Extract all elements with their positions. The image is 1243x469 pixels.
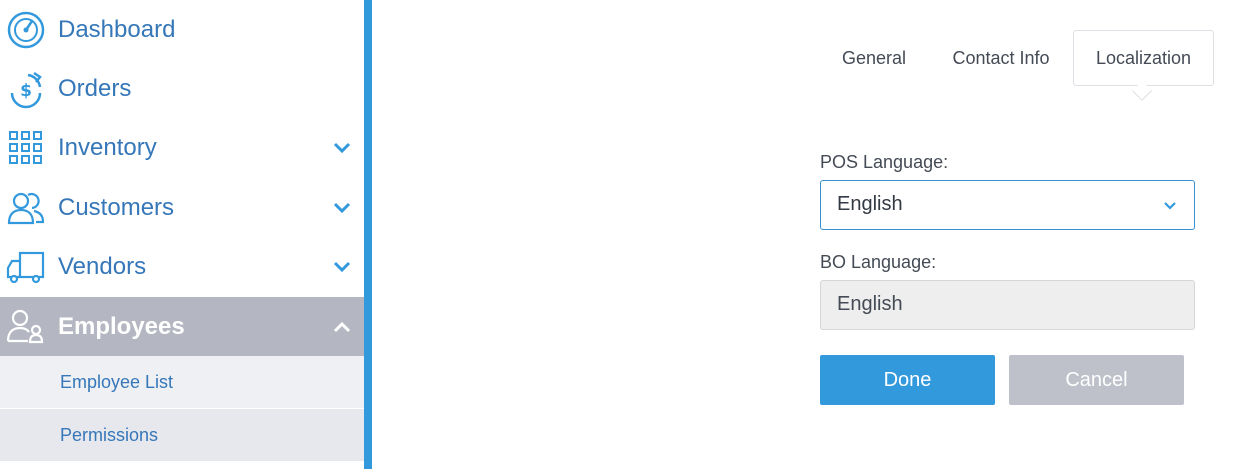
- grid-icon: [6, 128, 46, 168]
- pos-language-label: POS Language:: [820, 152, 949, 172]
- sidebar-subitem-label: Employee List: [60, 371, 174, 392]
- done-button[interactable]: Done: [820, 355, 995, 405]
- sidebar-item-vendors[interactable]: Vendors: [0, 237, 364, 296]
- sidebar-subitem-employee-list[interactable]: Employee List: [0, 356, 364, 408]
- cancel-button[interactable]: Cancel: [1009, 355, 1184, 405]
- employees-icon: [6, 307, 46, 347]
- sidebar-item-label: Vendors: [58, 252, 147, 280]
- sidebar-item-label: Dashboard: [58, 15, 176, 43]
- chevron-down-icon[interactable]: [330, 196, 354, 220]
- tab-contact-info[interactable]: Contact Info: [940, 30, 1062, 86]
- chevron-down-icon[interactable]: [330, 255, 354, 279]
- sidebar-item-dashboard[interactable]: Dashboard: [0, 0, 364, 59]
- bo-language-label: BO Language:: [820, 252, 937, 272]
- chevron-up-icon[interactable]: [330, 315, 354, 339]
- tab-localization[interactable]: Localization: [1073, 30, 1214, 86]
- pos-language-select[interactable]: English: [820, 180, 1195, 230]
- truck-icon: [6, 247, 46, 287]
- bo-language-field: English: [820, 280, 1195, 330]
- sidebar: Dashboard $ Orders Inventory Customers V…: [0, 0, 364, 469]
- sidebar-divider: [364, 0, 372, 469]
- sidebar-item-inventory[interactable]: Inventory: [0, 118, 364, 177]
- bo-language-value: English: [837, 293, 903, 315]
- sidebar-item-orders[interactable]: $ Orders: [0, 59, 364, 118]
- pos-language-value: English: [837, 193, 903, 215]
- sidebar-item-label: Customers: [58, 193, 175, 221]
- sidebar-item-customers[interactable]: Customers: [0, 178, 364, 237]
- sidebar-subitem-label: Permissions: [60, 424, 159, 445]
- sidebar-item-label: Inventory: [58, 133, 157, 161]
- chevron-down-icon[interactable]: [330, 136, 354, 160]
- dashboard-gauge-icon: [6, 10, 46, 50]
- sidebar-subitem-permissions[interactable]: Permissions: [0, 409, 364, 461]
- users-icon: [6, 188, 46, 228]
- chevron-down-icon: [1160, 196, 1180, 216]
- sidebar-item-employees[interactable]: Employees: [0, 297, 364, 356]
- svg-text:$: $: [20, 81, 32, 101]
- sidebar-item-label: Employees: [58, 312, 185, 340]
- dollar-refresh-icon: $: [6, 69, 46, 109]
- sidebar-item-label: Orders: [58, 74, 132, 102]
- tab-general[interactable]: General: [826, 30, 922, 86]
